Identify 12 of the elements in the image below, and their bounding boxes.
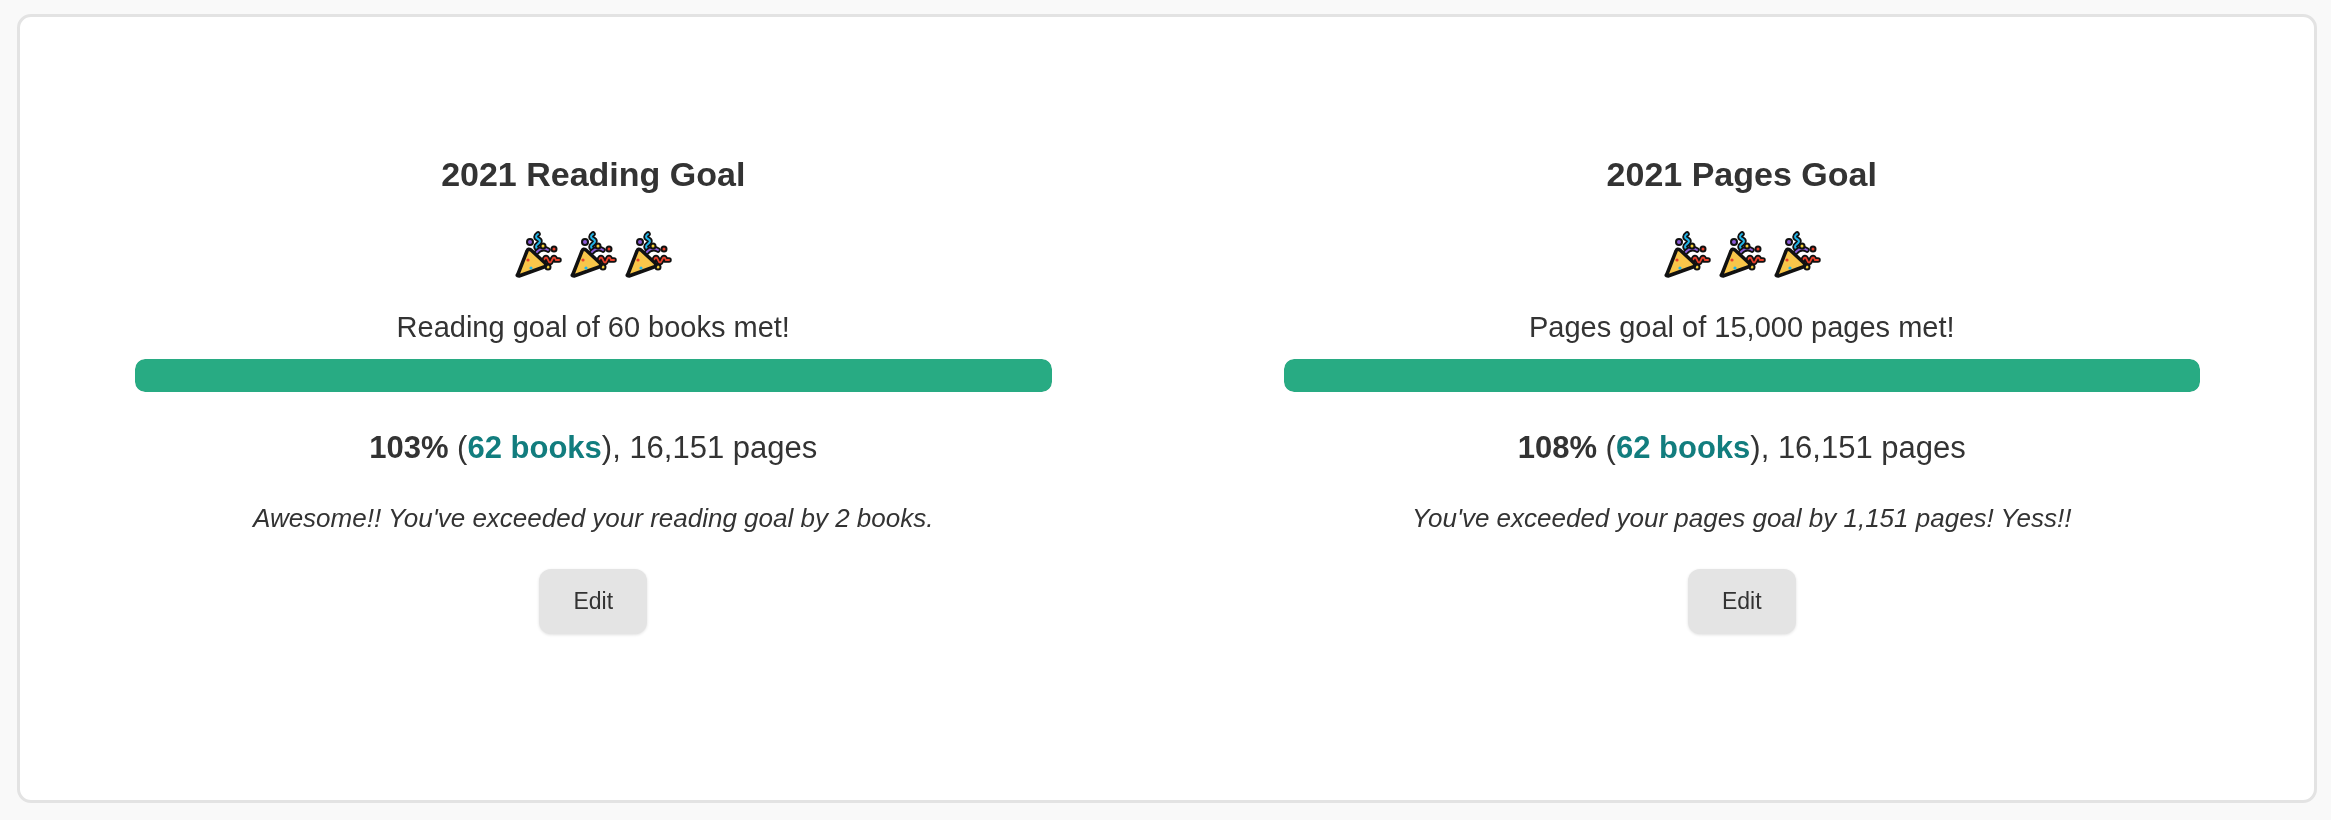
goal-status-text: Pages goal of 15,000 pages met!	[1528, 310, 1955, 345]
goal-status-text: Reading goal of 60 books met!	[396, 310, 790, 345]
encouragement-text: You've exceeded your pages goal by 1,151 pages! Yess!!	[1412, 502, 2072, 535]
progress-summary: 108% (62 books), 16,151 pages	[1517, 429, 1966, 467]
books-link[interactable]: 62 books	[467, 430, 602, 465]
progress-summary: 103% (62 books), 16,151 pages	[369, 429, 818, 467]
edit-button[interactable]: Edit	[1687, 569, 1796, 634]
edit-button[interactable]: Edit	[539, 569, 648, 634]
encouragement-text: Awesome!! You've exceeded your reading goal by 2 books.	[253, 502, 934, 535]
books-link[interactable]: 62 books	[1615, 430, 1751, 465]
goal-title: 2021 Pages Goal	[1606, 154, 1877, 195]
goal-title: 2021 Reading Goal	[441, 154, 746, 195]
